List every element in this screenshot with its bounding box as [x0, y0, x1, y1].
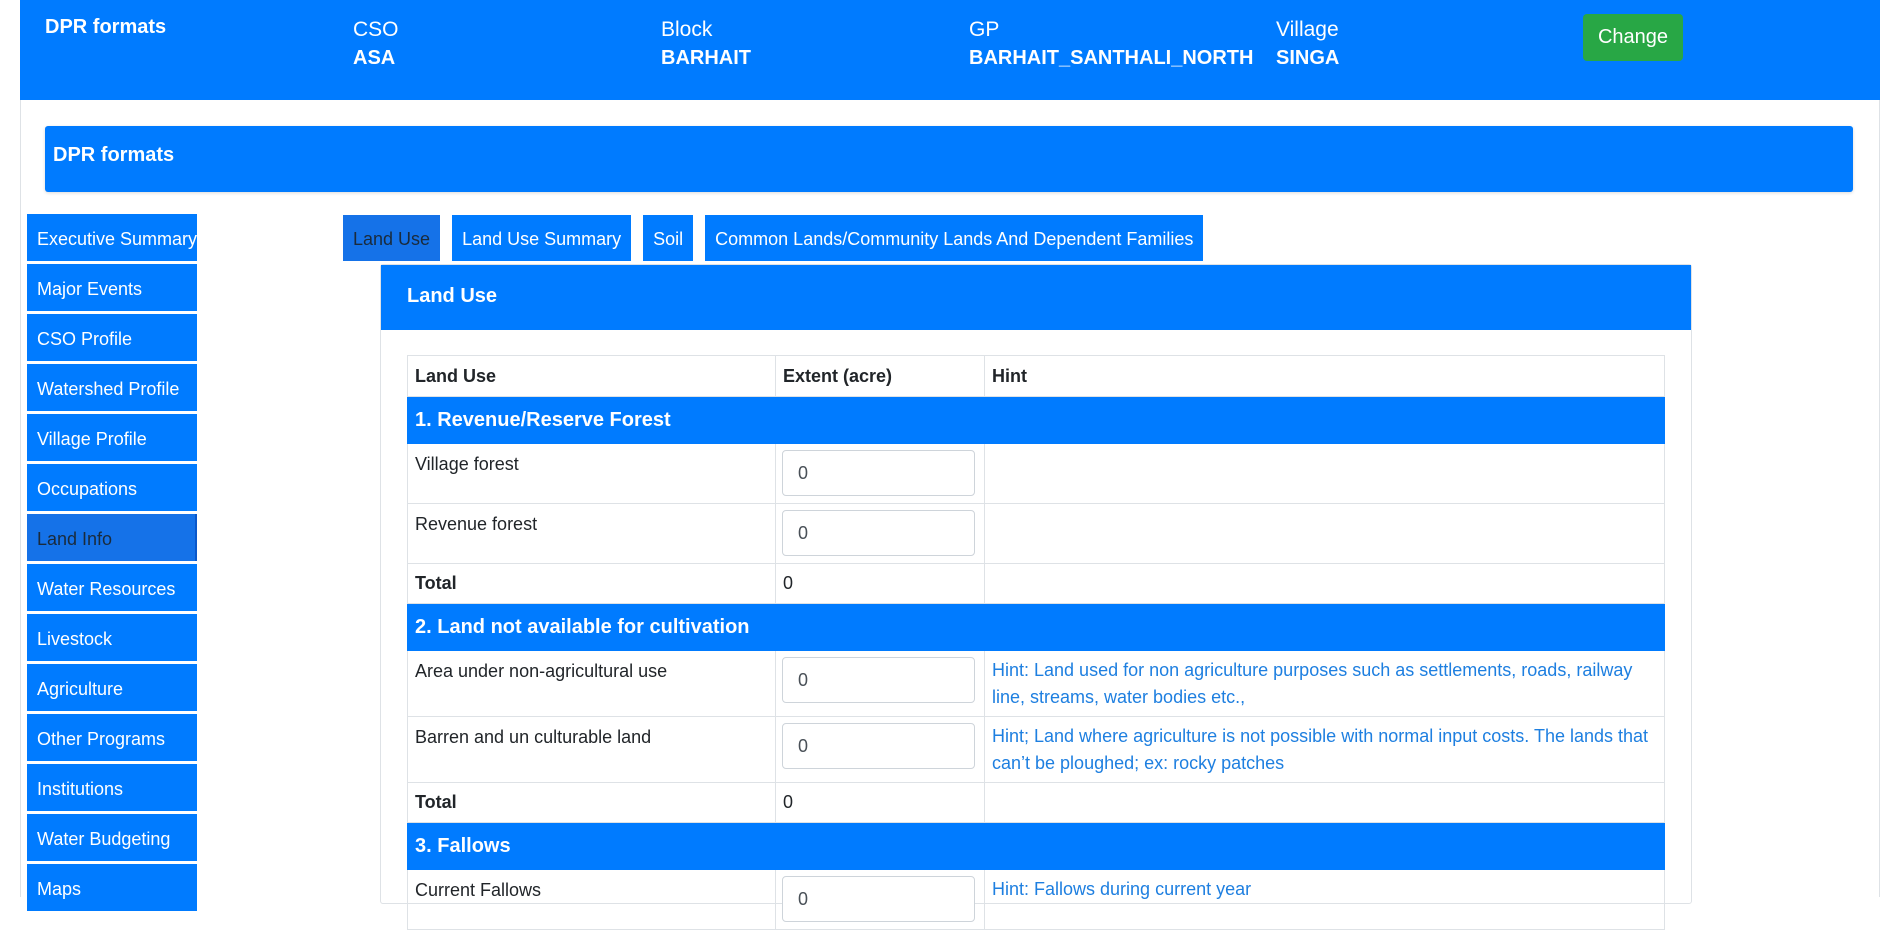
section-row: 1. Revenue/Reserve Forest: [407, 396, 1665, 444]
land-use-table: Land Use Extent (acre) Hint 1. Revenue/R…: [407, 355, 1665, 930]
gp-context: GP BARHAIT_SANTHALI_NORTH: [969, 17, 1253, 73]
sidebar-item-land-info[interactable]: Land Info: [27, 514, 197, 561]
table-row: Current Fallows Hint: Fallows during cur…: [407, 869, 1665, 930]
top-navbar: DPR formats CSO ASA Block BARHAIT GP BAR…: [20, 0, 1880, 100]
column-header-land-use: Land Use: [407, 355, 776, 397]
row-hint: [984, 503, 1665, 564]
row-hint: Hint; Land where agriculture is not poss…: [984, 716, 1665, 783]
navbar-brand[interactable]: DPR formats: [45, 16, 166, 39]
row-label: Current Fallows: [407, 869, 776, 930]
row-label: Revenue forest: [407, 503, 776, 564]
total-row: Total 0: [407, 563, 1665, 604]
land-use-panel: Land Use Land Use Extent (acre) Hint 1. …: [380, 264, 1692, 930]
sidebar-item-cso-profile[interactable]: CSO Profile: [27, 314, 197, 361]
village-label: Village: [1276, 18, 1339, 41]
gp-value: BARHAIT_SANTHALI_NORTH: [969, 47, 1254, 69]
tab-bar: Land Use Land Use Summary Soil Common La…: [343, 215, 1215, 261]
total-label: Total: [407, 782, 776, 823]
table-row: Area under non-agricultural use Hint: La…: [407, 650, 1665, 717]
sidebar-item-water-budgeting[interactable]: Water Budgeting: [27, 814, 197, 861]
sidebar-item-other-programs[interactable]: Other Programs: [27, 714, 197, 761]
tab-land-use-summary[interactable]: Land Use Summary: [452, 215, 632, 261]
sidebar-nav: Executive Summary Major Events CSO Profi…: [27, 214, 197, 914]
extent-input-non-agricultural-use[interactable]: [782, 657, 975, 703]
section-title: 1. Revenue/Reserve Forest: [407, 396, 1665, 444]
sidebar-item-maps[interactable]: Maps: [27, 864, 197, 911]
table-row: Barren and un culturable land Hint; Land…: [407, 716, 1665, 783]
extent-input-village-forest[interactable]: [782, 450, 975, 496]
table-header-row: Land Use Extent (acre) Hint: [407, 355, 1665, 397]
table-row: Revenue forest: [407, 503, 1665, 564]
section-row: 2. Land not available for cultivation: [407, 603, 1665, 651]
sidebar-item-institutions[interactable]: Institutions: [27, 764, 197, 811]
column-header-hint: Hint: [984, 355, 1665, 397]
total-row: Total 0: [407, 782, 1665, 823]
section-title: 2. Land not available for cultivation: [407, 603, 1665, 651]
sidebar-item-major-events[interactable]: Major Events: [27, 264, 197, 311]
tab-land-use[interactable]: Land Use: [343, 215, 441, 261]
sidebar-item-occupations[interactable]: Occupations: [27, 464, 197, 511]
sidebar-item-watershed-profile[interactable]: Watershed Profile: [27, 364, 197, 411]
village-context: Village SINGA: [1276, 17, 1339, 73]
total-value: 0: [775, 782, 985, 823]
row-hint: Hint: Fallows during current year: [984, 869, 1665, 930]
panel-title: Land Use: [381, 265, 1691, 330]
table-row: Village forest: [407, 443, 1665, 504]
block-context: Block BARHAIT: [661, 17, 751, 73]
section-header-title: DPR formats: [53, 144, 175, 166]
row-label: Village forest: [407, 443, 776, 504]
section-row: 3. Fallows: [407, 822, 1665, 870]
cso-context: CSO ASA: [353, 17, 399, 73]
block-value: BARHAIT: [661, 47, 751, 69]
row-hint: Hint: Land used for non agriculture purp…: [984, 650, 1665, 717]
extent-input-current-fallows[interactable]: [782, 876, 975, 922]
total-label: Total: [407, 563, 776, 604]
extent-input-revenue-forest[interactable]: [782, 510, 975, 556]
sidebar-item-livestock[interactable]: Livestock: [27, 614, 197, 661]
row-hint: [984, 443, 1665, 504]
extent-input-barren-land[interactable]: [782, 723, 975, 769]
section-title: 3. Fallows: [407, 822, 1665, 870]
change-button[interactable]: Change: [1583, 14, 1683, 61]
village-value: SINGA: [1276, 47, 1340, 69]
block-label: Block: [661, 18, 713, 41]
cso-label: CSO: [353, 18, 399, 41]
cso-value: ASA: [353, 47, 396, 69]
sidebar-item-water-resources[interactable]: Water Resources: [27, 564, 197, 611]
row-label: Barren and un culturable land: [407, 716, 776, 783]
sidebar-item-executive-summary[interactable]: Executive Summary: [27, 214, 197, 261]
row-label: Area under non-agricultural use: [407, 650, 776, 717]
tab-common-lands[interactable]: Common Lands/Community Lands And Depende…: [705, 215, 1204, 261]
gp-label: GP: [969, 18, 1000, 41]
section-header: DPR formats: [45, 126, 1853, 192]
sidebar-item-agriculture[interactable]: Agriculture: [27, 664, 197, 711]
sidebar-item-village-profile[interactable]: Village Profile: [27, 414, 197, 461]
tab-soil[interactable]: Soil: [643, 215, 694, 261]
total-value: 0: [775, 563, 985, 604]
column-header-extent: Extent (acre): [775, 355, 985, 397]
